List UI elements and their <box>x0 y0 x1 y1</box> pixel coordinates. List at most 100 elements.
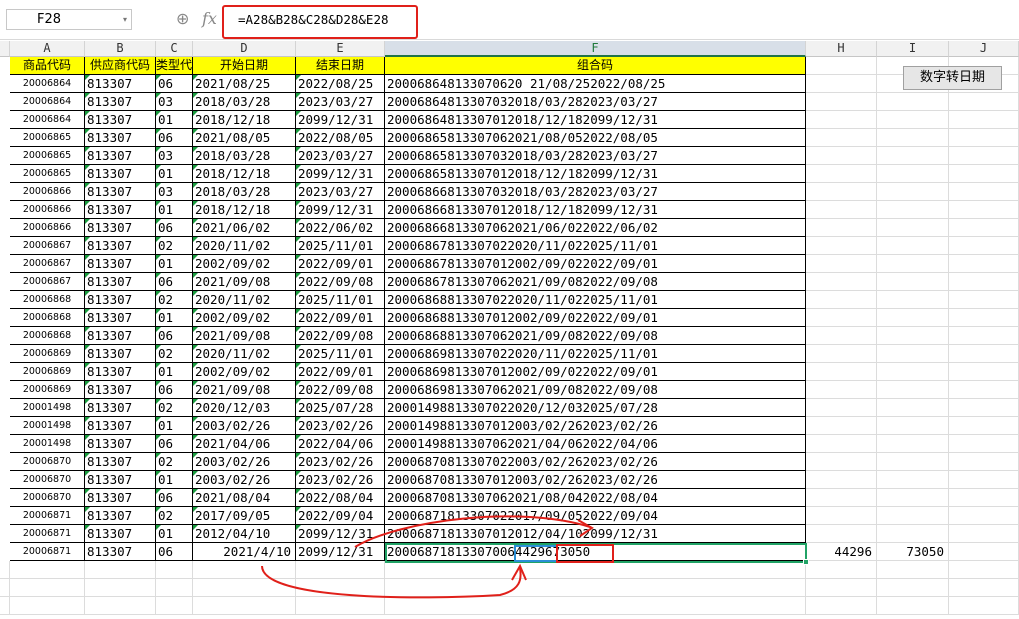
empty-cell[interactable] <box>949 165 1019 183</box>
column-header-f[interactable]: F <box>385 41 806 57</box>
table-cell[interactable]: 20006871 <box>10 507 85 525</box>
empty-cell[interactable] <box>949 399 1019 417</box>
table-cell[interactable]: 01 <box>156 111 193 129</box>
empty-cell[interactable] <box>156 597 193 615</box>
table-cell[interactable]: 20006870813307022003/02/262023/02/26 <box>385 453 806 471</box>
table-cell[interactable]: 813307 <box>85 507 156 525</box>
empty-cell[interactable] <box>10 579 85 597</box>
empty-cell[interactable] <box>0 597 10 615</box>
table-cell[interactable]: 2099/12/31 <box>296 201 385 219</box>
table-cell[interactable]: 2018/12/18 <box>193 165 296 183</box>
empty-cell[interactable] <box>877 435 949 453</box>
table-cell[interactable]: 2021/09/08 <box>193 273 296 291</box>
table-cell[interactable]: 20006867813307062021/09/082022/09/08 <box>385 273 806 291</box>
empty-cell[interactable] <box>806 435 877 453</box>
cell-i28[interactable]: 73050 <box>877 543 949 561</box>
empty-cell[interactable] <box>296 579 385 597</box>
empty-cell[interactable] <box>877 183 949 201</box>
table-cell[interactable]: 2021/06/02 <box>193 219 296 237</box>
table-cell[interactable]: 2012/04/10 <box>193 525 296 543</box>
empty-cell[interactable] <box>949 273 1019 291</box>
empty-cell[interactable] <box>877 111 949 129</box>
zoom-icon[interactable]: ⊕ <box>176 9 189 28</box>
fill-handle[interactable] <box>803 559 809 565</box>
table-cell[interactable]: 20006866 <box>10 219 85 237</box>
table-cell[interactable]: 03 <box>156 93 193 111</box>
empty-cell[interactable] <box>806 93 877 111</box>
table-cell[interactable]: 20006871813307022017/09/052022/09/04 <box>385 507 806 525</box>
table-cell[interactable]: 2020/11/02 <box>193 237 296 255</box>
table-cell[interactable]: 20006870813307012003/02/262023/02/26 <box>385 471 806 489</box>
empty-cell[interactable] <box>156 561 193 579</box>
table-cell[interactable]: 2025/11/01 <box>296 291 385 309</box>
column-header-j[interactable]: J <box>949 41 1019 57</box>
empty-cell[interactable] <box>949 147 1019 165</box>
table-cell[interactable]: 02 <box>156 399 193 417</box>
table-cell[interactable]: 01 <box>156 309 193 327</box>
table-cell[interactable]: 02 <box>156 291 193 309</box>
empty-cell[interactable] <box>806 507 877 525</box>
empty-cell[interactable] <box>949 345 1019 363</box>
table-cell[interactable]: 813307 <box>85 471 156 489</box>
table-cell[interactable]: 20006868 <box>10 291 85 309</box>
empty-cell[interactable] <box>877 471 949 489</box>
empty-cell[interactable] <box>806 237 877 255</box>
empty-cell[interactable] <box>949 219 1019 237</box>
empty-cell[interactable] <box>806 255 877 273</box>
empty-cell[interactable] <box>385 561 806 579</box>
table-cell[interactable]: 2018/03/28 <box>193 147 296 165</box>
table-cell[interactable]: 20006870 <box>10 453 85 471</box>
table-cell[interactable]: 20006869 <box>10 381 85 399</box>
empty-cell[interactable] <box>949 417 1019 435</box>
empty-cell[interactable] <box>806 381 877 399</box>
table-cell[interactable]: 02 <box>156 345 193 363</box>
table-cell[interactable]: 2025/11/01 <box>296 345 385 363</box>
empty-cell[interactable] <box>193 561 296 579</box>
table-cell[interactable]: 813307 <box>85 219 156 237</box>
empty-cell[interactable] <box>0 579 10 597</box>
cell-h28[interactable]: 44296 <box>806 543 877 561</box>
header-cell-start-date[interactable]: 开始日期 <box>193 57 296 75</box>
table-cell[interactable]: 813307 <box>85 291 156 309</box>
empty-cell[interactable] <box>806 345 877 363</box>
empty-cell[interactable] <box>806 129 877 147</box>
table-cell[interactable]: 20006870 <box>10 471 85 489</box>
empty-cell[interactable] <box>877 129 949 147</box>
table-cell[interactable]: 2018/03/28 <box>193 183 296 201</box>
column-header-h[interactable]: H <box>806 41 877 57</box>
table-cell[interactable]: 20006864 <box>10 93 85 111</box>
empty-cell[interactable] <box>949 291 1019 309</box>
header-cell-supplier-code[interactable]: 供应商代码 <box>85 57 156 75</box>
empty-cell[interactable] <box>877 147 949 165</box>
table-cell[interactable]: 200068648133070620 21/08/252022/08/25 <box>385 75 806 93</box>
cell-c28[interactable]: 06 <box>156 543 193 561</box>
table-cell[interactable]: 813307 <box>85 273 156 291</box>
table-cell[interactable]: 813307 <box>85 183 156 201</box>
table-cell[interactable]: 20001498 <box>10 399 85 417</box>
empty-cell[interactable] <box>806 201 877 219</box>
table-cell[interactable]: 20001498 <box>10 435 85 453</box>
table-cell[interactable]: 2003/02/26 <box>193 417 296 435</box>
table-cell[interactable]: 2022/06/02 <box>296 219 385 237</box>
table-cell[interactable]: 2021/09/08 <box>193 381 296 399</box>
table-cell[interactable]: 2021/08/25 <box>193 75 296 93</box>
table-cell[interactable]: 2002/09/02 <box>193 363 296 381</box>
table-cell[interactable]: 20001498813307022020/12/032025/07/28 <box>385 399 806 417</box>
table-cell[interactable]: 20006871813307012012/04/102099/12/31 <box>385 525 806 543</box>
empty-cell[interactable] <box>949 525 1019 543</box>
table-cell[interactable]: 01 <box>156 165 193 183</box>
table-cell[interactable]: 2017/09/05 <box>193 507 296 525</box>
table-cell[interactable]: 2022/09/01 <box>296 309 385 327</box>
table-cell[interactable]: 20006868813307012002/09/022022/09/01 <box>385 309 806 327</box>
empty-cell[interactable] <box>949 309 1019 327</box>
empty-cell[interactable] <box>877 273 949 291</box>
empty-cell[interactable] <box>877 579 949 597</box>
column-header-c[interactable]: C <box>156 41 193 57</box>
table-cell[interactable]: 813307 <box>85 381 156 399</box>
table-cell[interactable]: 20006865 <box>10 129 85 147</box>
table-cell[interactable]: 06 <box>156 129 193 147</box>
table-cell[interactable]: 20006867 <box>10 237 85 255</box>
empty-cell[interactable] <box>877 453 949 471</box>
table-cell[interactable]: 20001498 <box>10 417 85 435</box>
table-cell[interactable]: 20006868 <box>10 327 85 345</box>
